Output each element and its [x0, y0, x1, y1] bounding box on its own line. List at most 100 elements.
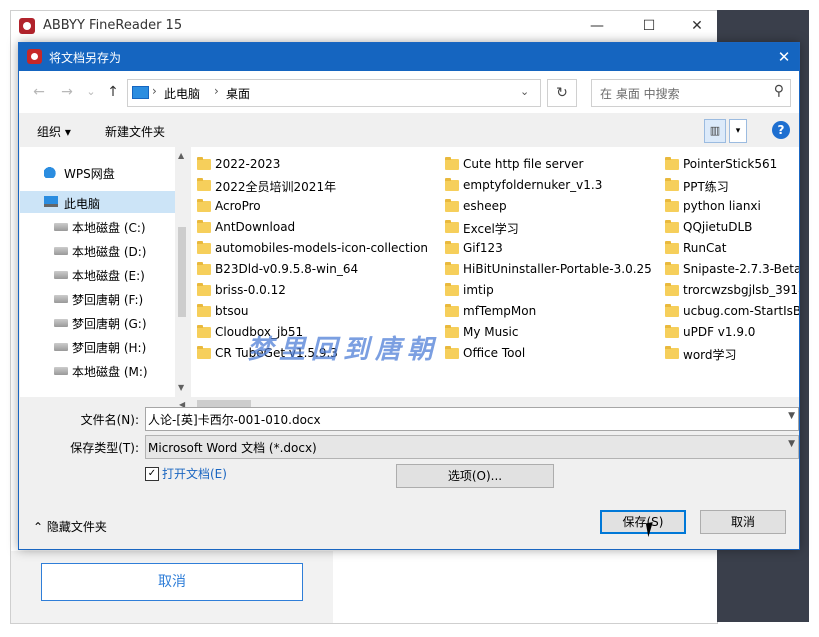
nav-item-drive-c[interactable]: 本地磁盘 (C:)	[20, 215, 175, 237]
hide-folders-toggle[interactable]: ⌃ 隐藏文件夹	[33, 518, 107, 535]
folder-icon	[665, 283, 679, 296]
save-button[interactable]: 保存(S)	[600, 510, 686, 534]
nav-item-label: WPS网盘	[64, 167, 115, 181]
folder-icon	[197, 241, 211, 254]
computer-icon	[132, 86, 149, 99]
abbyy-cancel-button[interactable]: 取消	[41, 563, 303, 601]
help-icon[interactable]: ?	[772, 121, 790, 139]
nav-scroll-thumb[interactable]	[178, 227, 186, 317]
mouse-cursor-icon	[645, 520, 663, 538]
nav-item-drive-e[interactable]: 本地磁盘 (E:)	[20, 263, 175, 285]
save-as-dialog: 将文档另存为 ✕ ← → ⌄ ↑ › 此电脑 › 桌面 ⌄ ↻ 在 桌面 中搜索…	[18, 42, 800, 550]
folder-name: 2022全员培训2021年	[215, 180, 337, 194]
nav-item-label: 梦回唐朝 (G:)	[72, 317, 147, 331]
cancel-button[interactable]: 取消	[700, 510, 786, 534]
address-row: ← → ⌄ ↑ › 此电脑 › 桌面 ⌄ ↻ 在 桌面 中搜索 ⚲	[19, 71, 799, 113]
folder-icon	[197, 346, 211, 359]
open-document-label[interactable]: 打开文档(E)	[162, 465, 227, 482]
folder-icon	[665, 178, 679, 191]
folder-name: Excel学习	[463, 222, 519, 236]
folder-icon	[197, 220, 211, 233]
chevron-down-icon[interactable]: ▼	[788, 439, 795, 449]
search-input[interactable]: 在 桌面 中搜索 ⚲	[591, 79, 791, 107]
scroll-up-icon[interactable]: ▲	[178, 151, 184, 160]
view-mode-dropdown[interactable]: ▾	[729, 119, 747, 143]
up-arrow-icon[interactable]: ↑	[103, 84, 123, 100]
chevron-down-icon[interactable]: ⌄	[520, 85, 529, 98]
filetype-value: Microsoft Word 文档 (*.docx)	[148, 441, 317, 455]
address-bar[interactable]: › 此电脑 › 桌面 ⌄	[127, 79, 541, 107]
drive-icon	[54, 223, 68, 231]
folder-name: esheep	[463, 199, 507, 213]
nav-item-drive-f[interactable]: 梦回唐朝 (F:)	[20, 287, 175, 309]
filename-input[interactable]: 人论-[英]卡西尔-001-010.docx ▼	[145, 407, 799, 431]
folder-icon	[665, 199, 679, 212]
filename-label: 文件名(N):	[80, 413, 139, 427]
nav-pane-scrollbar[interactable]: ▲ ▼	[175, 147, 189, 397]
nav-item-drive-h[interactable]: 梦回唐朝 (H:)	[20, 335, 175, 357]
drive-icon	[54, 247, 68, 255]
nav-item-wps-cloud[interactable]: WPS网盘	[20, 161, 175, 183]
drive-icon	[54, 367, 68, 375]
folder-icon	[445, 220, 459, 233]
forward-arrow-icon[interactable]: →	[57, 84, 77, 100]
breadcrumb-desktop[interactable]: 桌面	[226, 85, 250, 102]
nav-item-this-pc[interactable]: 此电脑	[20, 191, 175, 213]
drive-icon	[54, 319, 68, 327]
folder-icon	[445, 241, 459, 254]
search-icon[interactable]: ⚲	[774, 83, 784, 99]
folder-name: AntDownload	[215, 220, 296, 234]
folder-name: RunCat	[683, 241, 727, 255]
filename-value: 人论-[英]卡西尔-001-010.docx	[148, 413, 321, 427]
minimize-button[interactable]: —	[577, 15, 617, 37]
folder-name: imtip	[463, 283, 494, 297]
filetype-select[interactable]: Microsoft Word 文档 (*.docx) ▼	[145, 435, 799, 459]
dialog-close-button[interactable]: ✕	[771, 45, 797, 69]
folder-name: PPT练习	[683, 180, 729, 194]
drive-icon	[54, 295, 68, 303]
view-mode-icon[interactable]: ▥	[704, 119, 726, 143]
folder-name: My Music	[463, 325, 519, 339]
back-arrow-icon[interactable]: ←	[29, 84, 49, 100]
nav-item-drive-m[interactable]: 本地磁盘 (M:)	[20, 359, 175, 381]
folder-icon	[197, 157, 211, 170]
recent-locations-icon[interactable]: ⌄	[81, 84, 101, 100]
options-button[interactable]: 选项(O)...	[396, 464, 554, 488]
new-folder-button[interactable]: 新建文件夹	[105, 123, 165, 140]
nav-item-drive-g[interactable]: 梦回唐朝 (G:)	[20, 311, 175, 333]
breadcrumb-this-pc[interactable]: 此电脑	[164, 85, 200, 102]
folder-name: AcroPro	[215, 199, 261, 213]
folder-icon	[197, 304, 211, 317]
folder-icon	[445, 283, 459, 296]
cloud-icon	[44, 166, 58, 178]
scroll-down-icon[interactable]: ▼	[178, 383, 184, 392]
refresh-icon[interactable]: ↻	[547, 79, 577, 107]
folder-name: emptyfoldernuker_v1.3	[463, 178, 603, 192]
folder-icon	[445, 157, 459, 170]
maximize-button[interactable]: ☐	[629, 15, 669, 37]
folder-icon	[445, 199, 459, 212]
folder-name: HiBitUninstaller-Portable-3.0.25	[463, 262, 652, 276]
breadcrumb-separator: ›	[152, 84, 157, 98]
folder-icon	[445, 262, 459, 275]
folder-icon	[665, 262, 679, 275]
organize-menu[interactable]: 组织 ▾	[37, 123, 71, 140]
folder-name: Office Tool	[463, 346, 526, 360]
open-document-checkbox[interactable]: ✓	[145, 467, 159, 481]
close-button[interactable]: ✕	[677, 15, 717, 37]
folder-icon	[665, 304, 679, 317]
folder-icon	[445, 346, 459, 359]
folder-name: Cute http file server	[463, 157, 584, 171]
folder-icon	[197, 199, 211, 212]
folder-name: PointerStick561	[683, 157, 778, 171]
chevron-down-icon[interactable]: ▼	[788, 411, 795, 421]
search-placeholder: 在 桌面 中搜索	[600, 87, 680, 101]
folder-icon	[197, 325, 211, 338]
nav-item-drive-d[interactable]: 本地磁盘 (D:)	[20, 239, 175, 261]
nav-item-label: 此电脑	[64, 197, 101, 211]
abbyy-logo-icon	[19, 18, 35, 34]
nav-item-label: 本地磁盘 (M:)	[72, 365, 148, 379]
folder-name: Snipaste-2.7.3-Beta-x64	[683, 262, 799, 276]
nav-item-label: 本地磁盘 (C:)	[72, 221, 146, 235]
folder-icon	[197, 178, 211, 191]
